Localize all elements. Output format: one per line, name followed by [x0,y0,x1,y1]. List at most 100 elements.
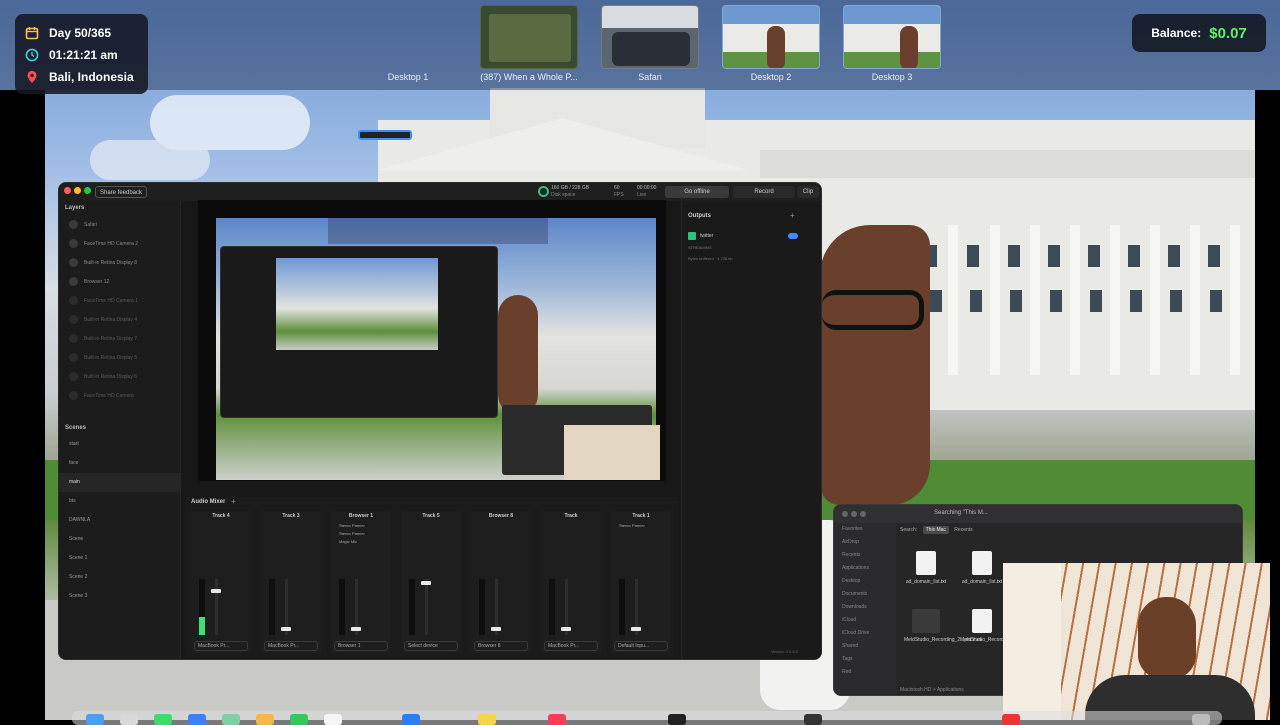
scene-item[interactable]: bts [59,492,180,511]
layer-item[interactable]: Built-in Retina Display 5 [59,348,180,367]
scene-item[interactable]: DAWNLA [59,511,180,530]
fader-knob[interactable] [351,627,361,631]
device-select[interactable]: Browser 8 [474,641,528,651]
share-feedback-button[interactable]: Share feedback [95,186,147,198]
output-detail: Bytes buffered · 4.726 kb [688,256,733,261]
scene-preview[interactable] [198,200,666,481]
go-offline-button[interactable]: Go offline [665,186,729,198]
volume-fader[interactable] [281,579,291,635]
cloud [90,140,210,180]
layer-item[interactable]: FaceTime HD Camera 1 [59,291,180,310]
scene-item[interactable]: Scene 1 [59,549,180,568]
scene-item[interactable]: start [59,435,180,454]
finder-sidebar-item[interactable]: Desktop [834,575,896,588]
version-label: Version 0.9.4.3 [771,649,798,654]
minimize-window-button[interactable] [851,511,857,517]
record-button[interactable]: Record [733,186,795,198]
file-item[interactable]: ad_domain_list.txt [960,551,1004,585]
layer-item[interactable]: Built-in Retina Display 6 [59,367,180,386]
scene-item[interactable]: Scene 3 [59,587,180,606]
fps-value: 60 [614,185,620,191]
person-face [820,225,930,505]
mixer-title: Audio Mixer [191,499,226,505]
space-thumbnail-safari[interactable] [601,5,699,69]
mixer-track: Track 1 Stereo Panner Default Inpu... [611,511,671,653]
volume-fader[interactable] [421,579,431,635]
add-output-icon[interactable]: + [790,211,795,220]
effect-item[interactable]: Stereo Panner [339,531,365,536]
fader-knob[interactable] [631,627,641,631]
finder-sidebar-item[interactable]: Documents [834,588,896,601]
scene-item-active[interactable]: main [59,473,180,492]
effect-item[interactable]: Stereo Panner [619,523,645,528]
webcam-person-head [1138,597,1196,679]
layer-item[interactable]: FaceTime HD Camera [59,386,180,405]
file-item[interactable]: MeldStudio_Recording_2...7am.mov [960,609,1041,643]
search-scope-label: Search: [900,527,918,533]
volume-fader[interactable] [631,579,641,635]
finder-sidebar-item[interactable]: iCloud Drive [834,627,896,640]
effect-item[interactable]: Magic Mic [339,539,357,544]
layer-item[interactable]: Browser 12 [59,272,180,291]
space-thumbnail-desktop-3[interactable] [843,5,941,69]
finder-sidebar-item[interactable]: Shared [834,640,896,653]
fader-knob[interactable] [421,581,431,585]
layer-item[interactable]: Safari [59,215,180,234]
close-window-button[interactable] [842,511,848,517]
device-select[interactable]: Default Inpu... [614,641,668,651]
file-item[interactable]: MeldStudio_Recording_2...pm.mov [904,609,982,643]
volume-fader[interactable] [351,579,361,635]
finder-sidebar-item[interactable]: AirDrop [834,536,896,549]
quicktime-file-icon [972,609,992,633]
finder-sidebar-item[interactable]: Red [834,666,896,679]
layer-item[interactable]: Built-in Retina Display 4 [59,310,180,329]
device-select[interactable]: Browser 1 [334,641,388,651]
fader-knob[interactable] [211,589,221,593]
space-thumbnail-desktop-1[interactable] [358,130,412,140]
device-select[interactable]: Select device [404,641,458,651]
device-select[interactable]: MacBook Pr... [544,641,598,651]
layer-item[interactable]: Built-in Retina Display 8 [59,253,180,272]
level-meter [409,579,415,635]
fps-label: FPS [614,192,624,198]
clip-button[interactable]: Clip [797,186,819,198]
effect-item[interactable]: Stereo Panner [339,523,365,528]
volume-fader[interactable] [561,579,571,635]
space-thumbnail-desktop-2[interactable] [722,5,820,69]
scene-item[interactable]: Scene [59,530,180,549]
track-name: Browser 1 [348,513,374,519]
volume-fader[interactable] [211,579,221,635]
output-toggle[interactable] [788,233,798,239]
scope-recents[interactable]: Recents [954,527,972,533]
device-select[interactable]: MacBook Pr... [194,641,248,651]
minimize-window-button[interactable] [74,187,81,194]
file-item[interactable]: ad_domain_list.txt [904,551,948,585]
scope-this-mac[interactable]: This Mac [922,526,949,534]
fader-knob[interactable] [281,627,291,631]
zoom-window-button[interactable] [84,187,91,194]
finder-path-bar: Macintosh HD > Applications [900,687,964,693]
close-window-button[interactable] [64,187,71,194]
scene-item[interactable]: face [59,454,180,473]
space-thumbnail-video[interactable] [480,5,578,69]
mission-control-bar: Desktop 1 (387) When a Whole P... Safari… [0,0,1280,140]
fader-knob[interactable] [491,627,501,631]
device-select[interactable]: MacBook Pr... [264,641,318,651]
finder-sidebar-item[interactable]: Recents [834,549,896,562]
scenes-title: Scenes [65,425,87,431]
finder-sidebar-item[interactable]: Applications [834,562,896,575]
space-label: (387) When a Whole P... [480,72,578,82]
zoom-window-button[interactable] [860,511,866,517]
clock-icon [25,48,39,62]
meld-studio-window: Share feedback 160 GB / 228 GB Disk spac… [58,182,822,660]
add-track-icon[interactable]: + [231,497,236,506]
layer-item[interactable]: FaceTime HD Camera 2 [59,234,180,253]
scene-item[interactable]: Scene 2 [59,568,180,587]
layer-item[interactable]: Built-in Retina Display 7 [59,329,180,348]
finder-sidebar-item[interactable]: Downloads [834,601,896,614]
fader-knob[interactable] [561,627,571,631]
live-timer: 00:00:00 [637,185,657,191]
mixer-track: Track 4 MacBook Pr... [191,511,251,653]
finder-sidebar-header: Tags [842,656,853,662]
volume-fader[interactable] [491,579,501,635]
